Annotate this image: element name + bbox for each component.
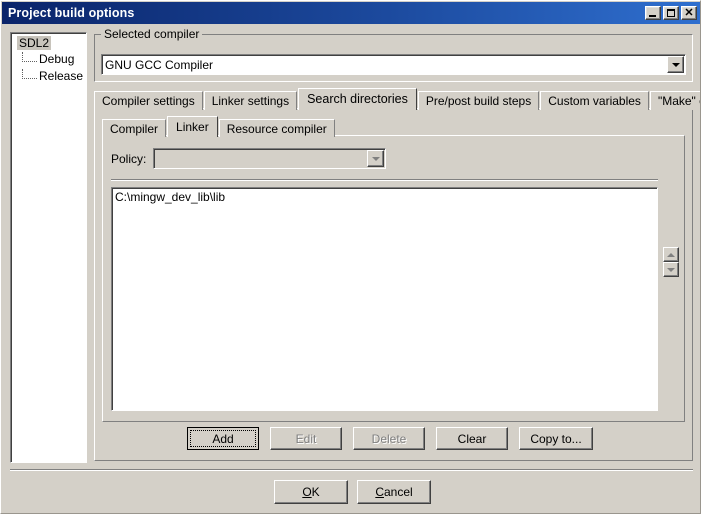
compiler-select-value: GNU GCC Compiler <box>105 57 214 72</box>
add-button-label: Add <box>212 431 234 446</box>
tree-branch-icon <box>22 52 37 62</box>
chevron-down-icon[interactable] <box>367 150 384 167</box>
maximize-button[interactable] <box>663 6 679 20</box>
inner-tab-linker[interactable]: Linker <box>167 116 218 137</box>
inner-tab-bar: Compiler Linker Resource compiler <box>102 116 336 137</box>
close-icon: ✕ <box>684 7 694 19</box>
clear-button-label: Clear <box>457 431 487 446</box>
window-controls: ✕ <box>645 6 700 20</box>
tree-item-release-label: Release <box>39 69 84 83</box>
inner-tab-compiler[interactable]: Compiler <box>102 119 167 137</box>
inner-tab-resource-compiler[interactable]: Resource compiler <box>218 119 335 137</box>
move-up-icon[interactable] <box>663 247 679 262</box>
close-button[interactable]: ✕ <box>681 6 697 20</box>
selected-compiler-legend: Selected compiler <box>101 27 203 41</box>
tree-root-label: SDL2 <box>17 36 52 50</box>
list-item[interactable]: C:\mingw_dev_lib\lib <box>112 190 657 205</box>
list-reorder-spinners <box>663 247 679 277</box>
tree-item-debug-label: Debug <box>39 52 75 66</box>
edit-button-label: Edit <box>295 431 317 446</box>
cancel-button[interactable]: Cancel <box>357 480 431 504</box>
chevron-down-icon[interactable] <box>667 56 684 73</box>
tab-make-commands[interactable]: "Make" commands <box>649 91 700 110</box>
copy-to-button-label: Copy to... <box>530 431 582 446</box>
move-down-icon[interactable] <box>663 262 679 277</box>
tree-branch-icon <box>22 69 37 79</box>
tab-search-directories[interactable]: Search directories <box>298 88 417 110</box>
ok-button[interactable]: OK <box>274 480 348 504</box>
clear-button[interactable]: Clear <box>436 427 508 450</box>
dialog-separator <box>10 469 693 471</box>
tree-item-root[interactable]: SDL2 <box>11 36 86 51</box>
directory-actions: Add Edit Delete Clear Copy to... <box>187 427 593 450</box>
cancel-button-label: Cancel <box>375 485 413 499</box>
tab-compiler-settings[interactable]: Compiler settings <box>94 91 203 110</box>
target-tree[interactable]: SDL2 Debug Release <box>10 32 87 463</box>
outer-tab-bar: Compiler settings Linker settings Search… <box>94 88 700 110</box>
policy-separator <box>111 179 658 181</box>
tree-item-debug[interactable]: Debug <box>11 51 86 68</box>
project-build-options-dialog: Project build options ✕ SDL2 Debug Relea… <box>0 0 701 514</box>
delete-button[interactable]: Delete <box>353 427 425 450</box>
search-directories-list[interactable]: C:\mingw_dev_lib\lib <box>111 187 658 411</box>
dialog-actions: OK Cancel <box>274 480 431 504</box>
tree-item-release[interactable]: Release <box>11 68 86 85</box>
tab-linker-settings[interactable]: Linker settings <box>203 91 298 110</box>
tab-pre-post-build-steps[interactable]: Pre/post build steps <box>417 91 540 110</box>
tab-custom-variables[interactable]: Custom variables <box>540 91 649 110</box>
delete-button-label: Delete <box>371 431 407 446</box>
ok-button-label: OK <box>302 485 320 499</box>
copy-to-button[interactable]: Copy to... <box>519 427 593 450</box>
compiler-select[interactable]: GNU GCC Compiler <box>101 54 686 75</box>
title-bar: Project build options ✕ <box>2 2 700 24</box>
window-title: Project build options <box>8 6 135 20</box>
policy-label: Policy: <box>111 152 147 166</box>
edit-button[interactable]: Edit <box>270 427 342 450</box>
policy-select[interactable] <box>153 148 386 169</box>
add-button[interactable]: Add <box>187 427 259 450</box>
minimize-button[interactable] <box>645 6 661 20</box>
